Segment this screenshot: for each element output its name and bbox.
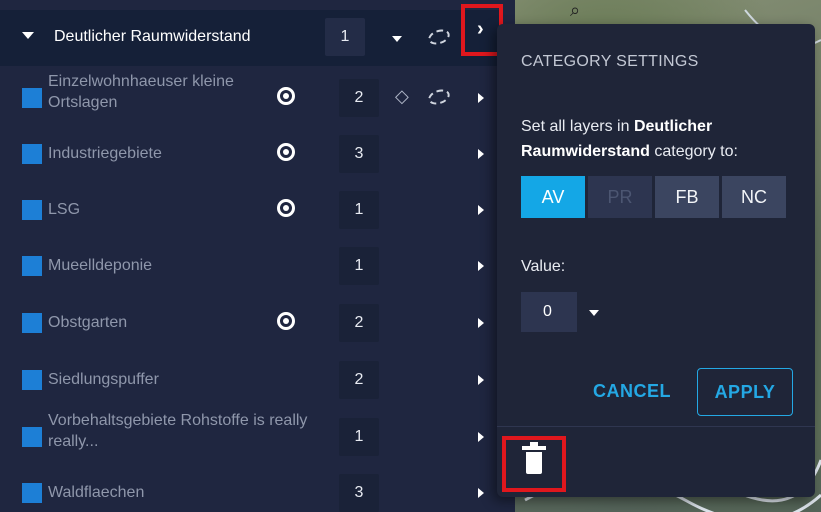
delete-category-button[interactable] [502, 436, 566, 492]
category-settings-panel: CATEGORY SETTINGS Set all layers in Deut… [497, 24, 815, 497]
layer-row[interactable]: Industriegebiete 3 [0, 126, 500, 182]
collapse-caret-icon[interactable] [22, 32, 34, 39]
value-label: Value: [521, 258, 566, 275]
option-nc-button[interactable]: NC [722, 176, 786, 218]
layer-number-select[interactable]: 1 [339, 191, 379, 229]
visibility-target-icon[interactable] [277, 143, 295, 161]
layer-number-select[interactable]: 3 [339, 474, 379, 512]
layer-label: Siedlungspuffer [48, 371, 159, 388]
divider [497, 426, 815, 427]
option-fb-button[interactable]: FB [655, 176, 719, 218]
layer-row[interactable]: Siedlungspuffer 2 [0, 352, 500, 408]
layer-color-swatch[interactable] [22, 88, 42, 108]
trash-icon-body [526, 452, 542, 474]
expand-arrow-icon[interactable] [478, 318, 484, 328]
layer-label: Einzelwohnhaeuser kleine Ortslagen [48, 73, 234, 111]
category-title: Deutlicher Raumwiderstand [54, 28, 251, 45]
layer-row[interactable]: Mueelldeponie 1 [0, 238, 500, 294]
settings-description: Set all layers in Deutlicher Raumwiderst… [521, 114, 801, 164]
expand-arrow-icon[interactable] [478, 93, 484, 103]
trash-icon-lid [522, 446, 546, 450]
layer-number-select[interactable]: 3 [339, 135, 379, 173]
layer-color-swatch[interactable] [22, 313, 42, 333]
layer-number-select[interactable]: 2 [339, 361, 379, 399]
layer-row[interactable]: Waldflaechen 3 [0, 465, 500, 512]
option-pr-button[interactable]: PR [588, 176, 652, 218]
layer-color-swatch[interactable] [22, 370, 42, 390]
layer-color-swatch[interactable] [22, 483, 42, 503]
expand-arrow-icon[interactable] [478, 375, 484, 385]
cancel-button[interactable]: CANCEL [593, 381, 671, 402]
expand-arrow-icon[interactable] [478, 261, 484, 271]
layer-label: LSG [48, 201, 81, 218]
layer-label: Obstgarten [48, 314, 128, 331]
expand-arrow-icon[interactable] [478, 432, 484, 442]
layer-label: Vorbehaltsgebiete Rohstoffe is really re… [48, 412, 308, 450]
ring-outline-icon[interactable] [426, 86, 452, 108]
visibility-target-icon[interactable] [277, 312, 295, 330]
layer-number-select[interactable]: 1 [339, 418, 379, 456]
expand-arrow-icon[interactable] [478, 149, 484, 159]
category-number-select[interactable]: 1 [325, 18, 365, 56]
layer-row[interactable]: Obstgarten 2 [0, 295, 500, 351]
chevron-right-icon: › [477, 18, 484, 40]
search-icon[interactable]: ⌕ [560, 0, 590, 20]
layer-color-swatch[interactable] [22, 144, 42, 164]
layers-stack-icon[interactable]: ◇ [395, 86, 417, 108]
visibility-target-icon[interactable] [277, 87, 295, 105]
settings-title: CATEGORY SETTINGS [521, 53, 699, 70]
layer-row[interactable]: Vorbehaltsgebiete Rohstoffe is really re… [0, 409, 500, 465]
value-input[interactable]: 0 [521, 292, 577, 332]
apply-button[interactable]: APPLY [697, 368, 793, 416]
layer-number-select[interactable]: 2 [339, 304, 379, 342]
layer-number-select[interactable]: 2 [339, 79, 379, 117]
value-dropdown-caret-icon[interactable] [589, 310, 599, 316]
ring-outline-icon[interactable] [426, 26, 452, 48]
layer-row[interactable]: Einzelwohnhaeuser kleine Ortslagen 2 ◇ [0, 70, 500, 126]
layer-list: Deutlicher Raumwiderstand 1 › Einzelwohn… [0, 0, 515, 512]
desc-prefix: Set all layers in [521, 118, 634, 135]
expand-arrow-icon[interactable] [478, 205, 484, 215]
desc-suffix: category to: [649, 143, 738, 160]
layer-number-select[interactable]: 1 [339, 247, 379, 285]
layer-color-swatch[interactable] [22, 200, 42, 220]
number-dropdown-caret-icon[interactable] [392, 36, 402, 42]
layer-label: Waldflaechen [48, 484, 145, 501]
layer-color-swatch[interactable] [22, 256, 42, 276]
category-header[interactable]: Deutlicher Raumwiderstand 1 [0, 10, 500, 66]
layer-color-swatch[interactable] [22, 427, 42, 447]
expand-arrow-icon[interactable] [478, 488, 484, 498]
option-av-button[interactable]: AV [521, 176, 585, 218]
visibility-target-icon[interactable] [277, 199, 295, 217]
layer-label: Mueelldeponie [48, 257, 153, 274]
layer-row[interactable]: LSG 1 [0, 182, 500, 238]
layer-label: Industriegebiete [48, 145, 162, 162]
